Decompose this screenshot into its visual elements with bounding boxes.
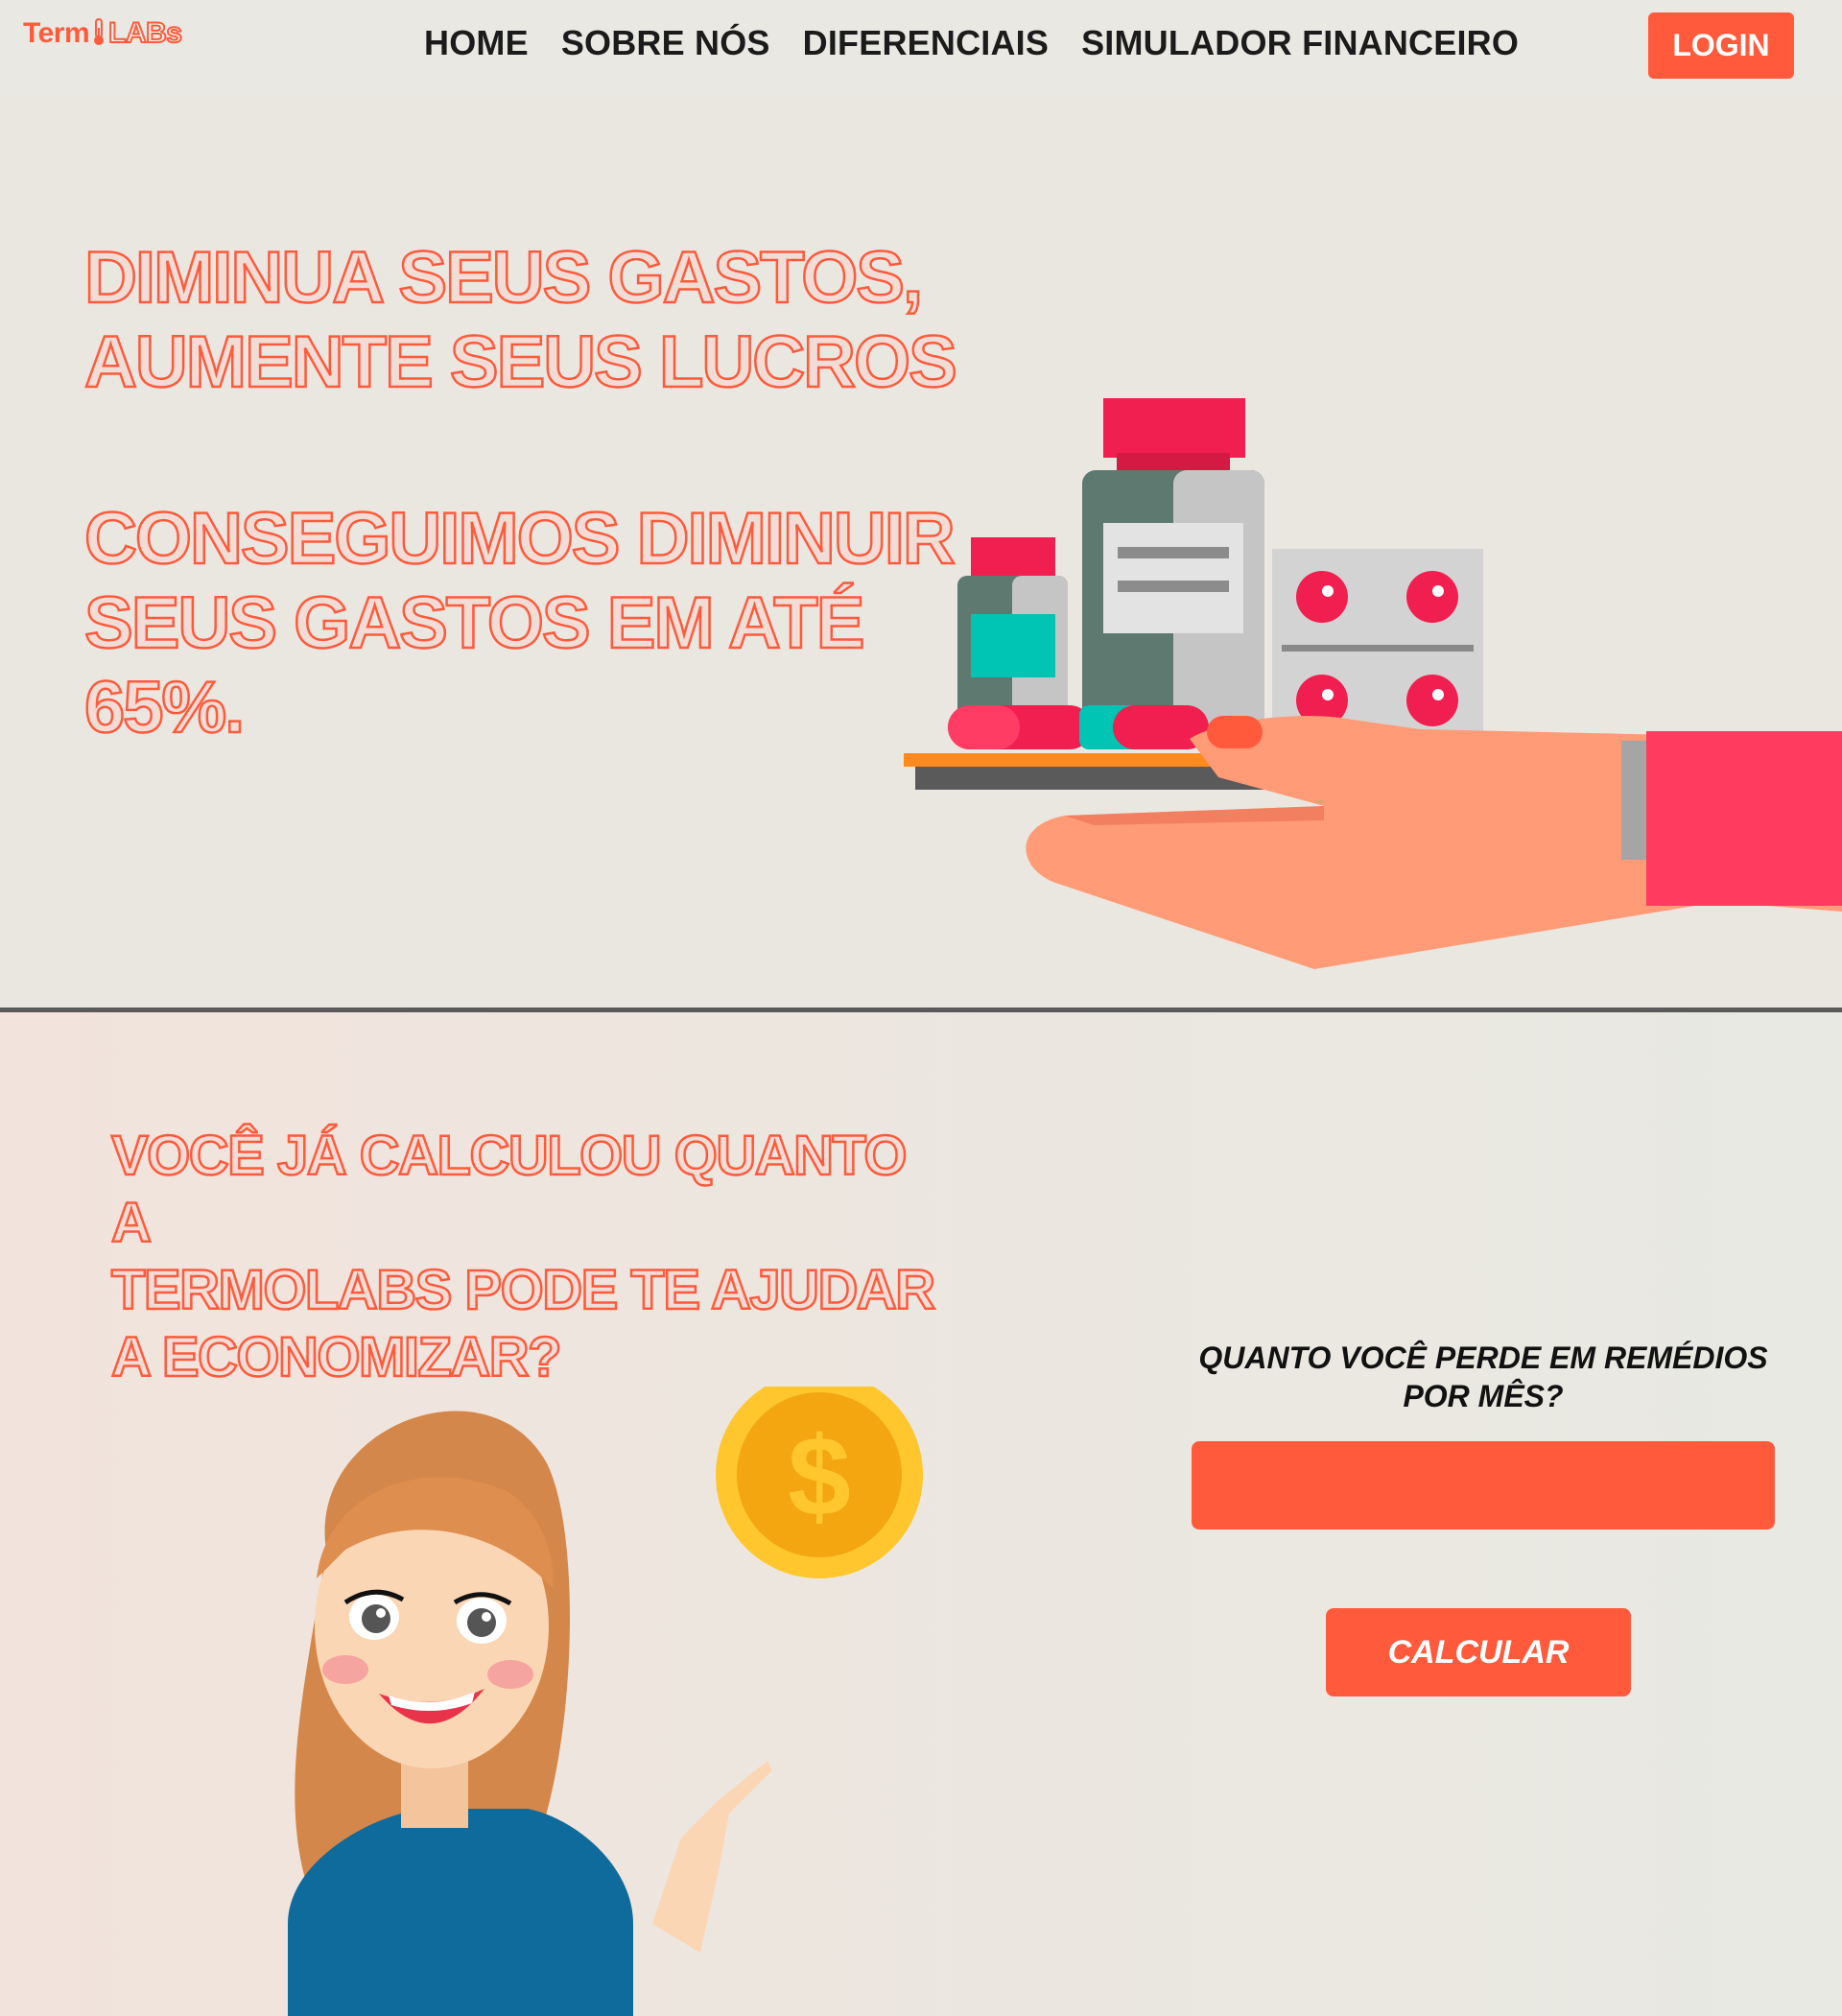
hero-title-line2: AUMENTE SEUS LUCROS [83,320,958,405]
nav-home[interactable]: HOME [424,23,529,63]
monthly-loss-input[interactable] [1192,1441,1775,1530]
thermometer-icon [94,18,105,45]
calculator-title-line1: VOCÊ JÁ CALCULOU QUANTO A [110,1124,909,1256]
hero-subtitle-line1: CONSEGUIMOS DIMINUIR [83,497,956,581]
calculator-question-line1: QUANTO VOCÊ PERDE EM REMÉDIOS [1198,1340,1768,1375]
woman-pointing-coin-icon: $ [288,1387,923,2016]
hand-holding-medicine-icon [904,398,1842,969]
hero-title: DIMINUA SEUS GASTOS, AUMENTE SEUS LUCROS [83,236,967,405]
svg-text:$: $ [788,1413,851,1540]
hero-subtitle: CONSEGUIMOS DIMINUIR SEUS GASTOS EM ATÉ … [83,497,967,750]
hero-subtitle-line2: SEUS GASTOS EM ATÉ [83,581,866,666]
calculator-question: QUANTO VOCÊ PERDE EM REMÉDIOS POR MÊS? [1190,1339,1777,1415]
hero-subtitle-line3: 65%. [83,666,247,750]
calculator-question-line2: POR MÊS? [1403,1379,1564,1413]
nav-simulador-financeiro[interactable]: SIMULADOR FINANCEIRO [1081,23,1519,63]
calculator-title-line2: TERMOLABS PODE TE AJUDAR [110,1258,937,1323]
logo[interactable]: Term LABs [23,16,183,50]
hero-section: DIMINUA SEUS GASTOS, AUMENTE SEUS LUCROS… [0,96,1842,1009]
logo-text-part1: Term [23,17,90,49]
nav-sobre-nos[interactable]: SOBRE NÓS [561,23,770,63]
main-nav: HOME SOBRE NÓS DIFERENCIAIS SIMULADOR FI… [424,23,1519,63]
hero-title-line1: DIMINUA SEUS GASTOS, [83,236,925,320]
nav-diferenciais[interactable]: DIFERENCIAIS [803,23,1049,63]
logo-text-part2: LABs [107,16,183,50]
calculator-title-line3: A ECONOMIZAR? [110,1325,563,1390]
site-header: Term LABs HOME SOBRE NÓS DIFERENCIAIS SI… [0,0,1842,96]
calculator-title: VOCÊ JÁ CALCULOU QUANTO A TERMOLABS PODE… [110,1123,937,1391]
login-button[interactable]: LOGIN [1648,12,1794,79]
calculator-section: VOCÊ JÁ CALCULOU QUANTO A TERMOLABS PODE… [0,1012,1842,2016]
calculate-button[interactable]: CALCULAR [1326,1608,1631,1696]
